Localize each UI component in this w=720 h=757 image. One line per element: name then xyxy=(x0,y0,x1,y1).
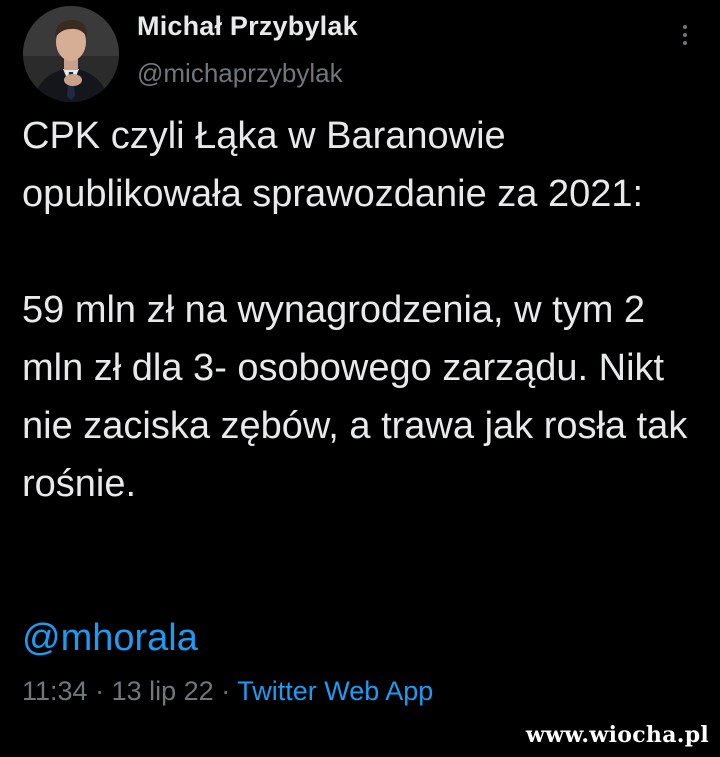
mention-link[interactable]: @mhorala xyxy=(22,613,198,663)
more-vertical-icon[interactable] xyxy=(672,18,698,52)
tweet-paragraph: 59 mln zł na wynagrodzenia, w tym 2 mln … xyxy=(22,289,688,505)
meta-separator: · xyxy=(221,676,231,706)
more-dot xyxy=(683,41,687,45)
watermark-text: www.wiocha.pl xyxy=(525,722,710,748)
meta-separator: · xyxy=(95,676,105,706)
tweet-date[interactable]: 13 lip 22 xyxy=(112,676,214,706)
tweet-paragraph: CPK czyli Łąka w Baranowie opublikowała … xyxy=(22,115,644,215)
author-name[interactable]: Michał Przybylak xyxy=(137,11,358,42)
more-dot xyxy=(683,25,687,29)
tweet-meta: 11:34 · 13 lip 22 · Twitter Web App xyxy=(22,676,433,707)
author-handle[interactable]: @michaprzybylak xyxy=(137,58,343,89)
tweet-text: CPK czyli Łąka w Baranowie opublikowała … xyxy=(22,107,702,513)
tweet-card: Michał Przybylak @michaprzybylak CPK czy… xyxy=(0,0,720,757)
watermark: www.wiocha.pl xyxy=(525,713,710,757)
tweet-time[interactable]: 11:34 xyxy=(22,676,88,706)
more-dot xyxy=(683,33,687,37)
tweet-source-link[interactable]: Twitter Web App xyxy=(237,676,433,706)
avatar[interactable] xyxy=(23,6,119,102)
